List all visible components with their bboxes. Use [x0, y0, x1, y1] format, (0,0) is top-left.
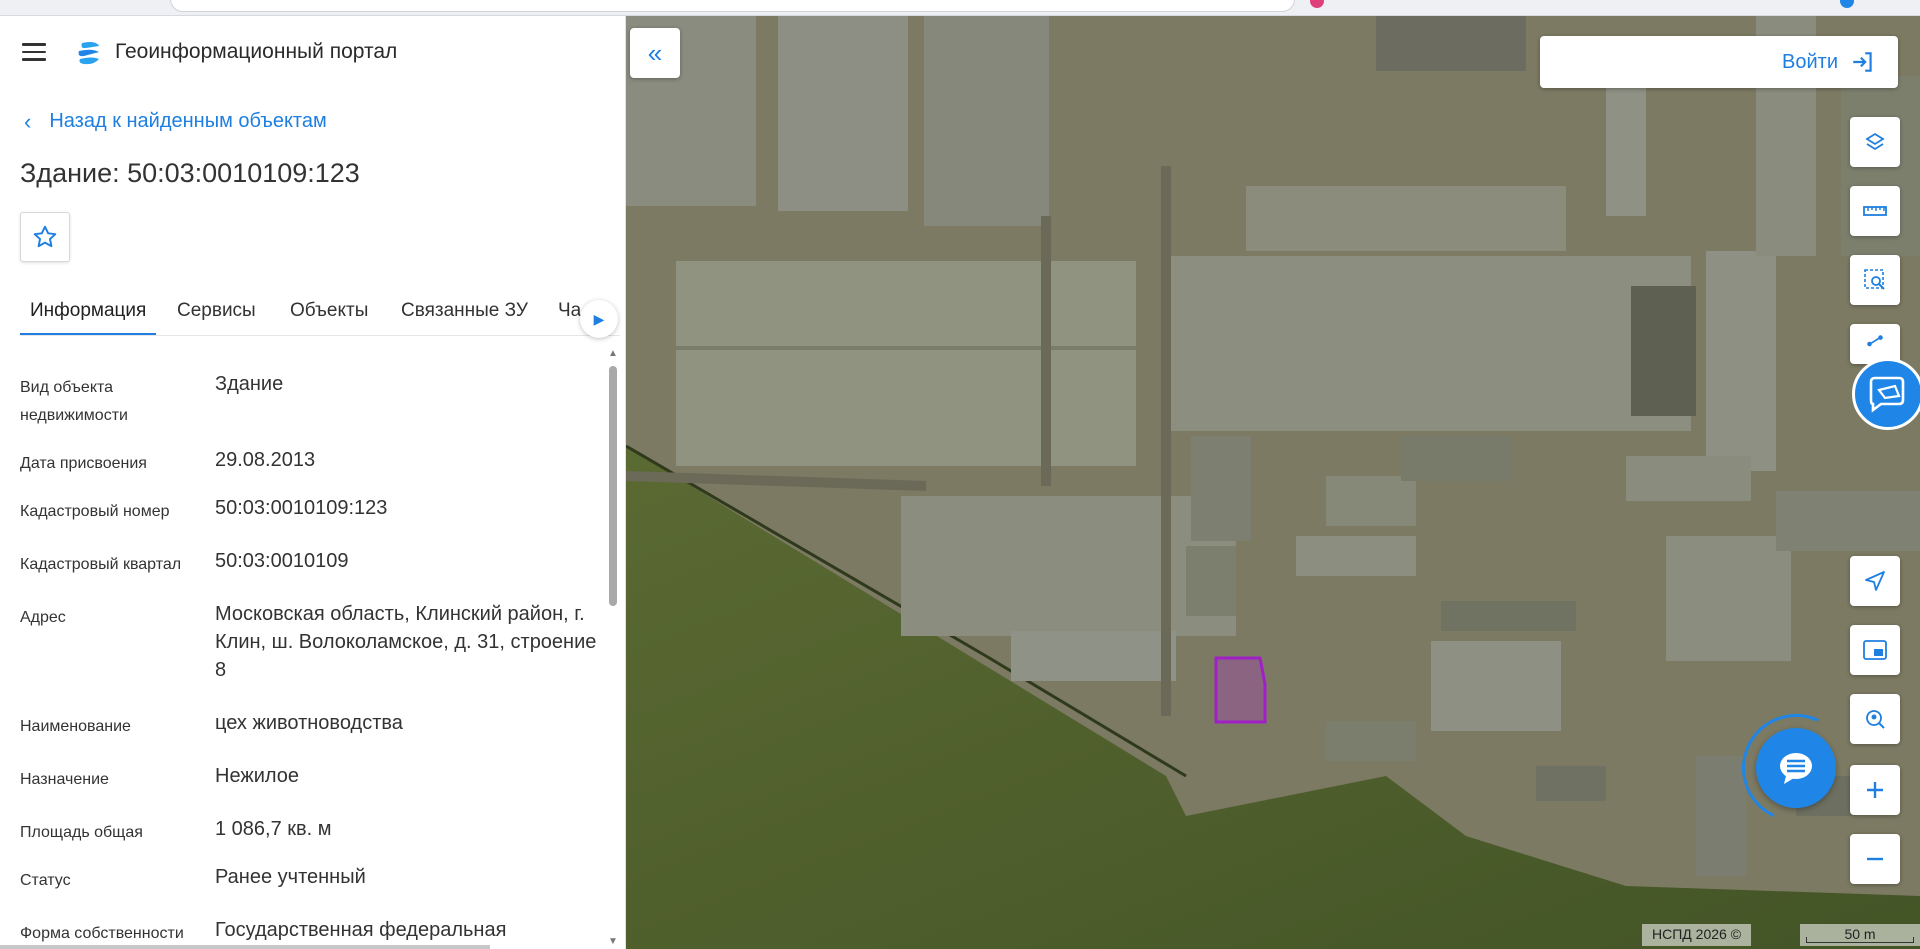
chat-icon	[1780, 753, 1812, 784]
tab-bar: Информация Сервисы Объекты Связанные ЗУ …	[20, 290, 620, 336]
zoom-out-icon	[1867, 857, 1883, 861]
star-icon	[33, 225, 57, 248]
tabs-scroll-right-button[interactable]: ▶	[580, 300, 618, 338]
geo-search-button[interactable]	[1850, 694, 1900, 744]
satellite-imagery	[626, 16, 1920, 949]
horizontal-scrollbar[interactable]	[0, 945, 490, 949]
browser-toolbar	[0, 0, 1920, 16]
favorite-button[interactable]	[20, 212, 70, 262]
info-value: Государственная федеральная	[215, 919, 507, 941]
info-list: Вид объекта недвижимости Здание Дата при…	[0, 356, 606, 949]
info-row: Вид объекта недвижимости Здание	[20, 370, 600, 440]
tab-services[interactable]: Сервисы	[177, 290, 256, 335]
panel-header: Геоинформационный портал	[0, 16, 625, 88]
info-value: Нежилое	[215, 765, 300, 787]
info-scrollbar[interactable]: ▲ ▼	[606, 346, 620, 949]
info-value: цех животноводства	[215, 712, 403, 734]
measure-button[interactable]	[1850, 186, 1900, 236]
area-search-button[interactable]	[1850, 255, 1900, 305]
info-label: Наименование	[20, 718, 131, 735]
portal-logo-icon	[78, 42, 99, 65]
info-label: Кадастровый номер	[20, 503, 170, 520]
zoom-in-button[interactable]	[1850, 765, 1900, 815]
info-value: 50:03:0010109:123	[215, 497, 388, 519]
tab-parts[interactable]: Ча	[558, 290, 581, 335]
info-label: Статус	[20, 872, 71, 889]
back-to-results-link[interactable]: ‹ Назад к найденным объектам	[24, 110, 327, 133]
info-label: Вид объекта недвижимости	[20, 379, 128, 424]
scroll-up-icon[interactable]: ▲	[608, 348, 618, 359]
portal-title: Геоинформационный портал	[115, 40, 398, 63]
extension-icon[interactable]	[1310, 0, 1324, 8]
support-widget-button[interactable]	[1852, 358, 1920, 430]
locate-button[interactable]	[1850, 556, 1900, 606]
share-icon	[1867, 335, 1883, 347]
scale-bar: 50 m	[1800, 924, 1920, 946]
menu-icon[interactable]	[22, 43, 46, 61]
collapse-panel-button[interactable]: «	[630, 28, 680, 78]
zoom-out-button[interactable]	[1850, 834, 1900, 884]
layers-icon	[1865, 132, 1885, 151]
scale-bar-line	[1806, 937, 1914, 943]
chat-button[interactable]	[1756, 728, 1836, 808]
back-link-label: Назад к найденным объектам	[49, 110, 327, 132]
info-label: Форма собственности	[20, 925, 184, 942]
locate-icon	[1865, 571, 1885, 591]
area-search-icon	[1864, 269, 1885, 290]
support-chat-icon	[1869, 376, 1905, 413]
login-button[interactable]: Войти	[1540, 36, 1898, 88]
login-label: Войти	[1782, 50, 1838, 73]
layers-button[interactable]	[1850, 117, 1900, 167]
selected-building-outline[interactable]	[1214, 656, 1267, 724]
zoom-in-icon	[1867, 782, 1883, 798]
info-label: Адрес	[20, 609, 66, 626]
double-chevron-left-icon: «	[647, 37, 663, 68]
address-bar[interactable]	[170, 0, 1295, 12]
info-value: Ранее учтенный	[215, 866, 366, 888]
info-label: Площадь общая	[20, 824, 143, 841]
scroll-down-icon[interactable]: ▼	[608, 936, 618, 947]
map-attribution: НСПД 2026 ©	[1642, 924, 1752, 946]
caret-right-icon: ▶	[593, 310, 605, 327]
object-title: Здание: 50:03:0010109:123	[20, 158, 360, 188]
scrollbar-thumb[interactable]	[609, 366, 617, 606]
info-label: Дата присвоения	[20, 455, 147, 472]
satellite-map[interactable]	[626, 16, 1920, 949]
tab-objects[interactable]: Объекты	[290, 290, 368, 335]
profile-icon[interactable]	[1840, 0, 1854, 8]
info-label: Назначение	[20, 771, 109, 788]
tab-info[interactable]: Информация	[20, 290, 157, 335]
info-value: 1 086,7 кв. м	[215, 818, 332, 840]
ruler-icon	[1863, 206, 1887, 216]
object-info-panel: Геоинформационный портал ‹ Назад к найде…	[0, 16, 626, 949]
info-value: 29.08.2013	[215, 449, 316, 471]
minimap-button[interactable]	[1850, 625, 1900, 675]
tab-related-land[interactable]: Связанные ЗУ	[401, 290, 528, 335]
minimap-icon	[1863, 640, 1887, 660]
info-value: 50:03:0010109	[215, 550, 349, 572]
chevron-left-icon: ‹	[24, 108, 32, 134]
geo-search-icon	[1866, 710, 1885, 729]
login-icon	[1853, 52, 1872, 72]
info-label: Кадастровый квартал	[20, 556, 182, 573]
info-value: Московская область, Клинский район, г. К…	[215, 603, 597, 681]
info-value: Здание	[215, 373, 284, 395]
